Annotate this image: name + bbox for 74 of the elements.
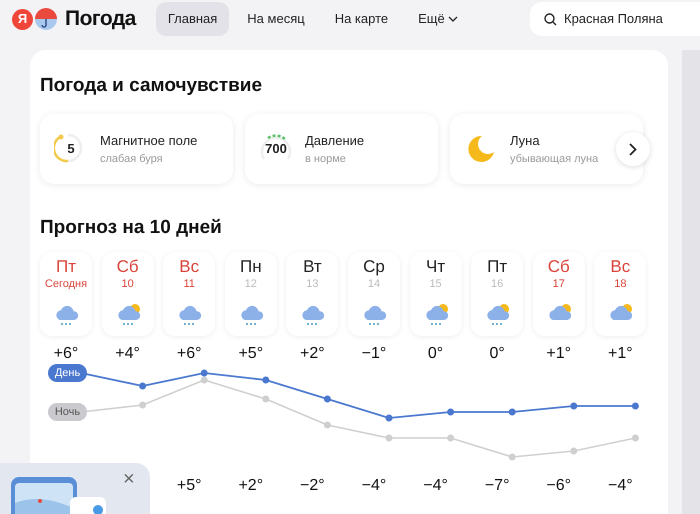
- day-legend-label: День: [48, 364, 87, 382]
- weekday-label: Вт: [303, 257, 322, 277]
- night-temperature: −4°: [423, 476, 448, 496]
- date-label: 14: [368, 277, 380, 291]
- day-temperature: +6°: [54, 344, 78, 362]
- night-temperature: −2°: [300, 476, 325, 496]
- day-card[interactable]: Вс 18: [594, 252, 646, 336]
- search-field[interactable]: Красная Поляна: [530, 2, 700, 36]
- weekday-label: Чт: [426, 257, 446, 277]
- wellness-card[interactable]: 5 Магнитное поле слабая буря: [40, 114, 233, 184]
- search-icon: [544, 12, 557, 26]
- day-card[interactable]: Пт Сегодня: [40, 252, 92, 336]
- day-card[interactable]: Чт 15: [410, 252, 462, 336]
- day-temperature: 0°: [428, 344, 444, 362]
- brand-title: Погода: [65, 6, 136, 32]
- night-temperature: +5°: [176, 476, 202, 496]
- day-card[interactable]: Ср 14: [348, 252, 400, 336]
- date-label: 16: [491, 277, 504, 291]
- weekday-label: Пт: [487, 257, 508, 277]
- day-card[interactable]: Сб 10: [102, 252, 154, 336]
- card-subtitle: убывающая луна: [510, 152, 598, 166]
- day-temperature: +5°: [238, 344, 264, 362]
- day-temperature: +1°: [608, 344, 633, 362]
- nav-tab[interactable]: Ещё: [406, 2, 470, 36]
- date-label: 11: [183, 277, 195, 291]
- day-temperature: +6°: [176, 344, 202, 362]
- card-title: Луна: [510, 132, 541, 150]
- nav-tab[interactable]: На карте: [322, 2, 400, 36]
- date-label: 18: [614, 277, 626, 291]
- section-title: Погода и самочувствие: [40, 74, 264, 98]
- umbrella-icon: [34, 7, 58, 31]
- day-temperature: +4°: [115, 344, 140, 362]
- date-label: 10: [121, 277, 134, 291]
- day-card[interactable]: Вс 11: [163, 252, 216, 336]
- close-button[interactable]: ×: [123, 469, 135, 489]
- weekday-label: Ср: [363, 257, 385, 277]
- weekday-label: Вс: [179, 257, 200, 277]
- night-legend-label: Ночь: [48, 403, 87, 421]
- weekday-label: Сб: [548, 257, 570, 277]
- date-label: Сегодня: [44, 277, 88, 291]
- night-temperature: −6°: [546, 476, 572, 496]
- date-label: 13: [306, 277, 318, 291]
- chevron-right-icon: [629, 142, 637, 156]
- card-title: Давление: [305, 132, 364, 150]
- night-temperature: −7°: [484, 476, 510, 496]
- day-card[interactable]: Сб 17: [532, 252, 585, 336]
- card-subtitle: в норме: [305, 152, 347, 166]
- day-card[interactable]: Пн 12: [224, 252, 277, 336]
- nav-tab[interactable]: На месяц: [235, 2, 317, 36]
- card-title: Магнитное поле: [100, 132, 198, 150]
- day-temperature: +2°: [300, 344, 325, 362]
- weekday-label: Пт: [56, 257, 76, 277]
- gauge-value: 700: [265, 140, 287, 158]
- weekday-label: Вс: [610, 257, 630, 277]
- day-temperature: −1°: [362, 344, 386, 362]
- wellness-card[interactable]: Луна убывающая луна: [450, 114, 643, 184]
- day-temperature: 0°: [490, 344, 505, 362]
- date-label: 12: [244, 277, 257, 291]
- date-label: 17: [552, 277, 565, 291]
- day-card[interactable]: Вт 13: [286, 252, 338, 336]
- weekday-label: Пн: [240, 257, 262, 277]
- gauge-value: 5: [67, 140, 75, 158]
- weekday-label: Сб: [116, 257, 139, 277]
- night-temperature: −4°: [362, 476, 386, 496]
- logo[interactable]: Я: [12, 8, 33, 30]
- night-temperature: −4°: [608, 476, 633, 496]
- section-title: Прогноз на 10 дней: [40, 216, 223, 240]
- nav-tab[interactable]: Главная: [156, 2, 230, 36]
- date-label: 15: [429, 277, 442, 291]
- night-temperature: +2°: [238, 476, 264, 496]
- day-card[interactable]: Пт 16: [471, 252, 524, 336]
- day-temperature: +1°: [546, 344, 572, 362]
- wellness-card[interactable]: 700 Давление в норме: [245, 114, 438, 184]
- card-subtitle: слабая буря: [100, 152, 164, 166]
